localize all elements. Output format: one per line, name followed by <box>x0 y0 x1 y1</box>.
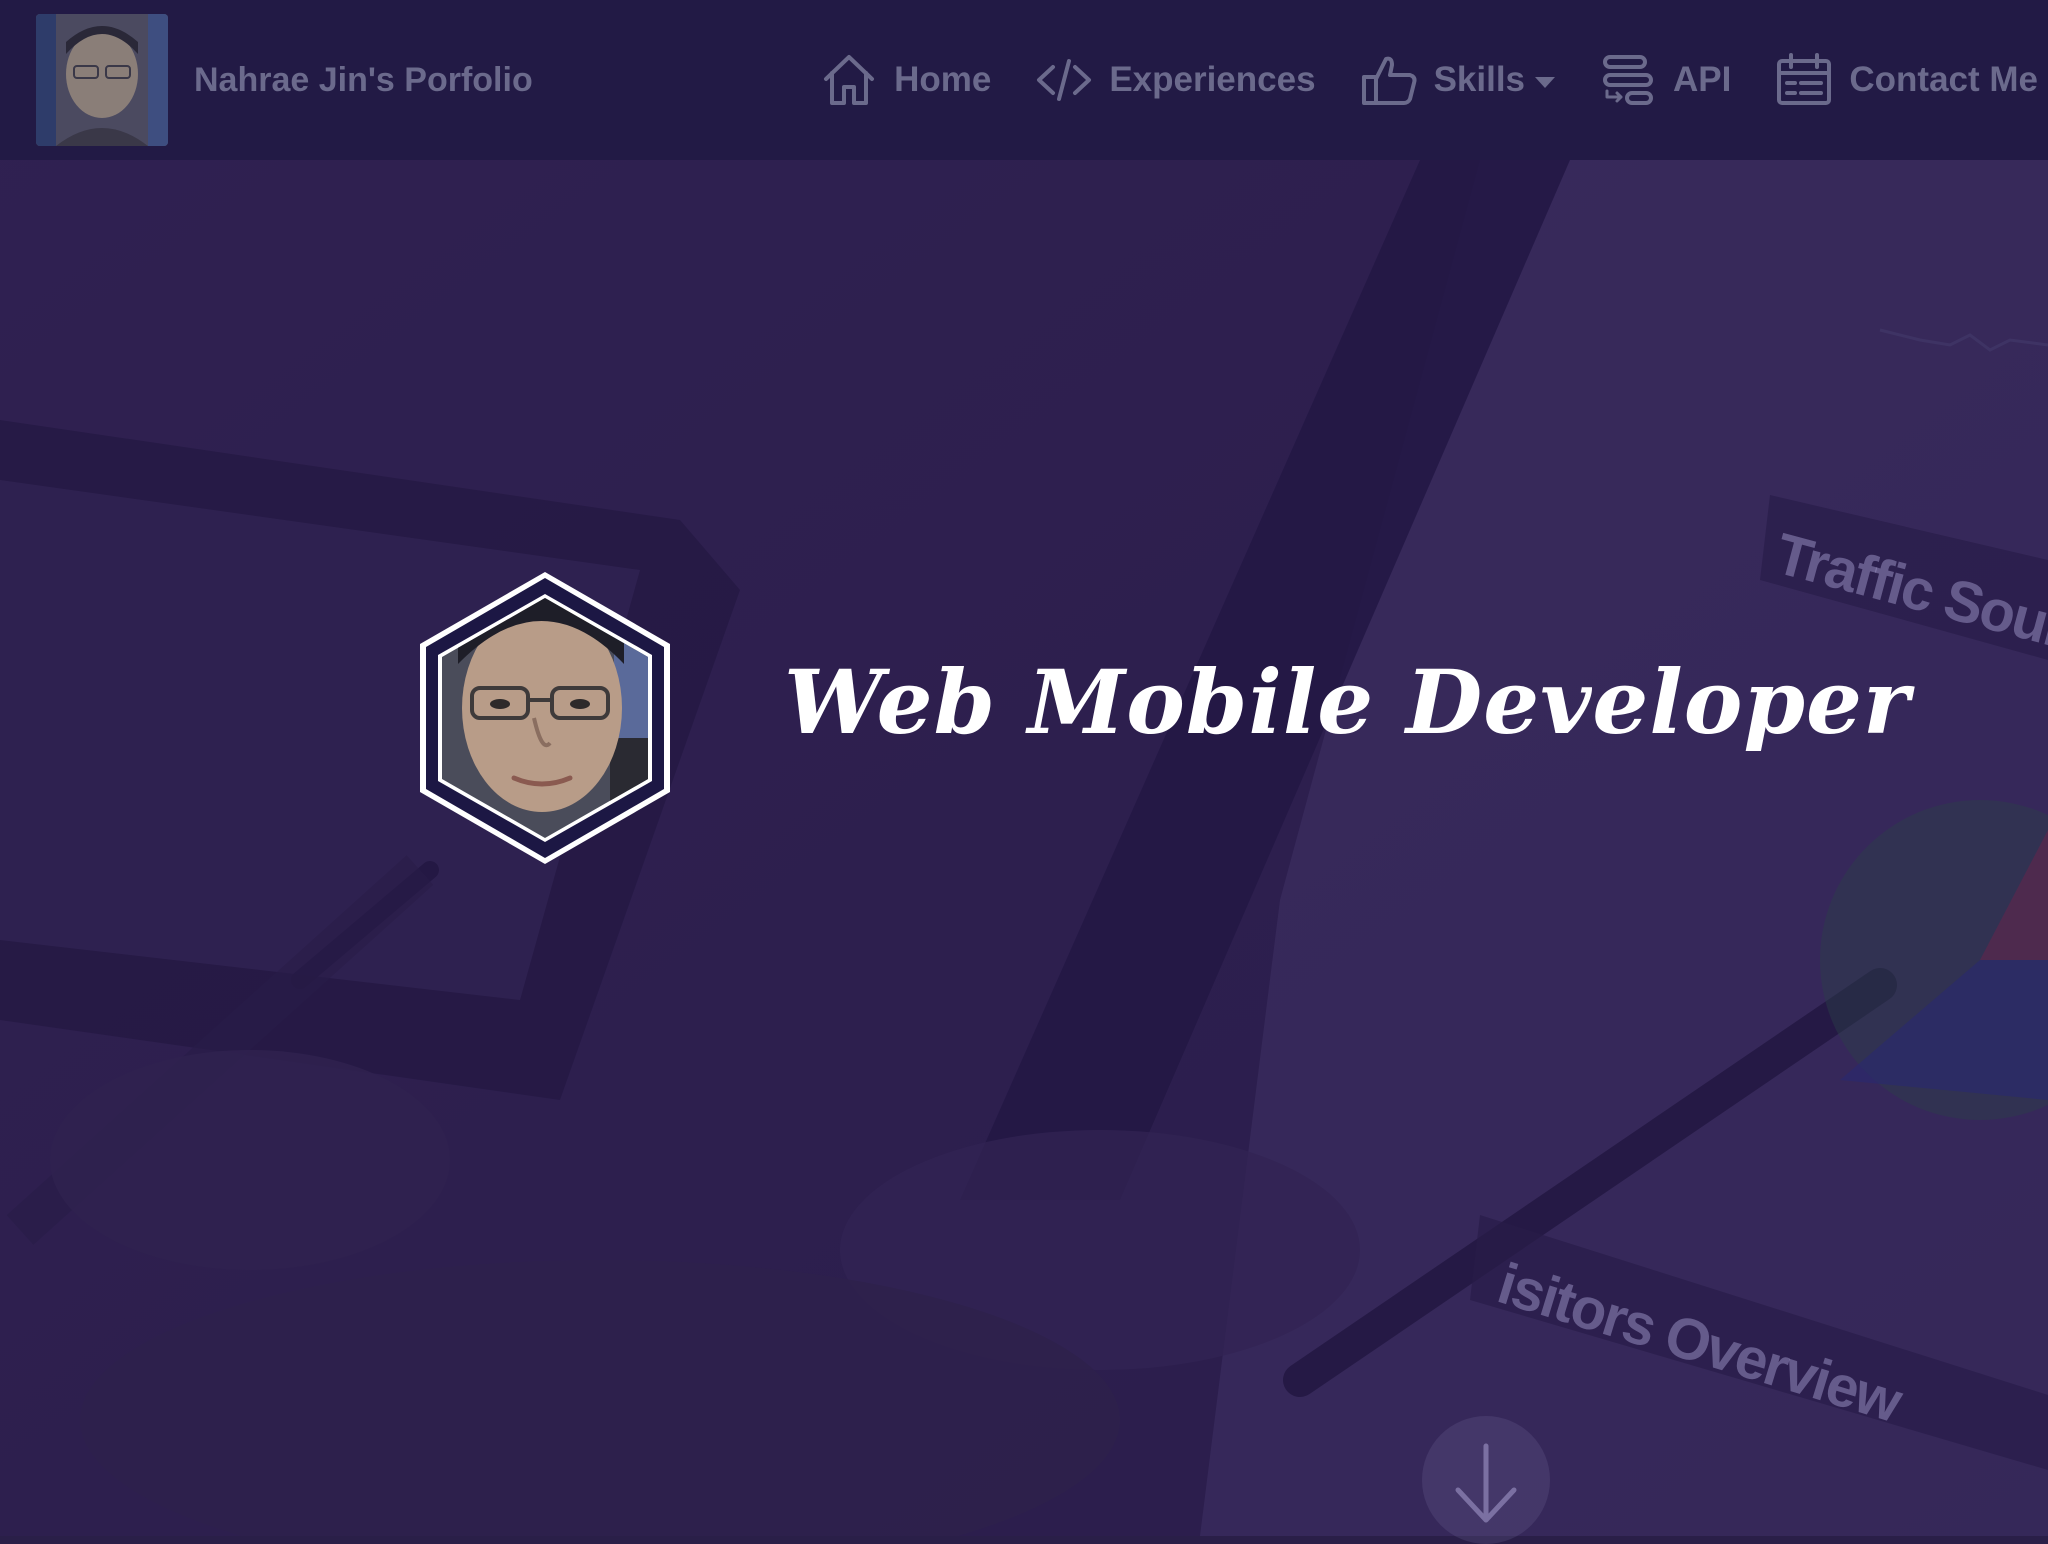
profile-photo-icon <box>36 14 168 146</box>
thumbs-up-icon <box>1360 51 1418 109</box>
code-icon <box>1035 51 1093 109</box>
nav-item-contact-label: Contact Me <box>1849 60 2038 99</box>
background-overlay <box>0 0 2048 1536</box>
brand-title[interactable]: Nahrae Jin's Porfolio <box>194 61 533 100</box>
hero-title: Web Mobile Developer <box>784 650 1911 754</box>
nav-item-api-label: API <box>1673 60 1732 99</box>
home-icon <box>820 51 878 109</box>
chevron-down-icon <box>1535 76 1556 88</box>
hero-background: Traffic Sources isitors Overview <box>0 0 2048 1536</box>
nav-item-contact[interactable]: Contact Me <box>1775 51 2038 109</box>
arrow-down-icon <box>1455 1443 1517 1523</box>
nav-item-skills[interactable]: Skills <box>1360 51 1556 109</box>
profile-photo-icon <box>420 572 670 864</box>
hero-avatar <box>414 568 676 868</box>
api-icon <box>1599 51 1657 109</box>
nav-item-skills-label: Skills <box>1433 60 1526 99</box>
nav-item-experiences-label: Experiences <box>1109 60 1316 99</box>
navbar: Nahrae Jin's Porfolio Home Experiences S… <box>0 0 2048 160</box>
nav-menu: Home Experiences Skills API Contact Me <box>820 0 2048 160</box>
scroll-down-button[interactable] <box>1422 1416 1550 1544</box>
nav-item-experiences[interactable]: Experiences <box>1035 51 1316 109</box>
nav-item-home[interactable]: Home <box>820 51 991 109</box>
nav-item-api[interactable]: API <box>1599 51 1731 109</box>
brand-avatar[interactable] <box>36 14 168 146</box>
brand[interactable]: Nahrae Jin's Porfolio <box>36 14 533 146</box>
nav-item-home-label: Home <box>894 60 992 99</box>
calendar-icon <box>1775 51 1833 109</box>
